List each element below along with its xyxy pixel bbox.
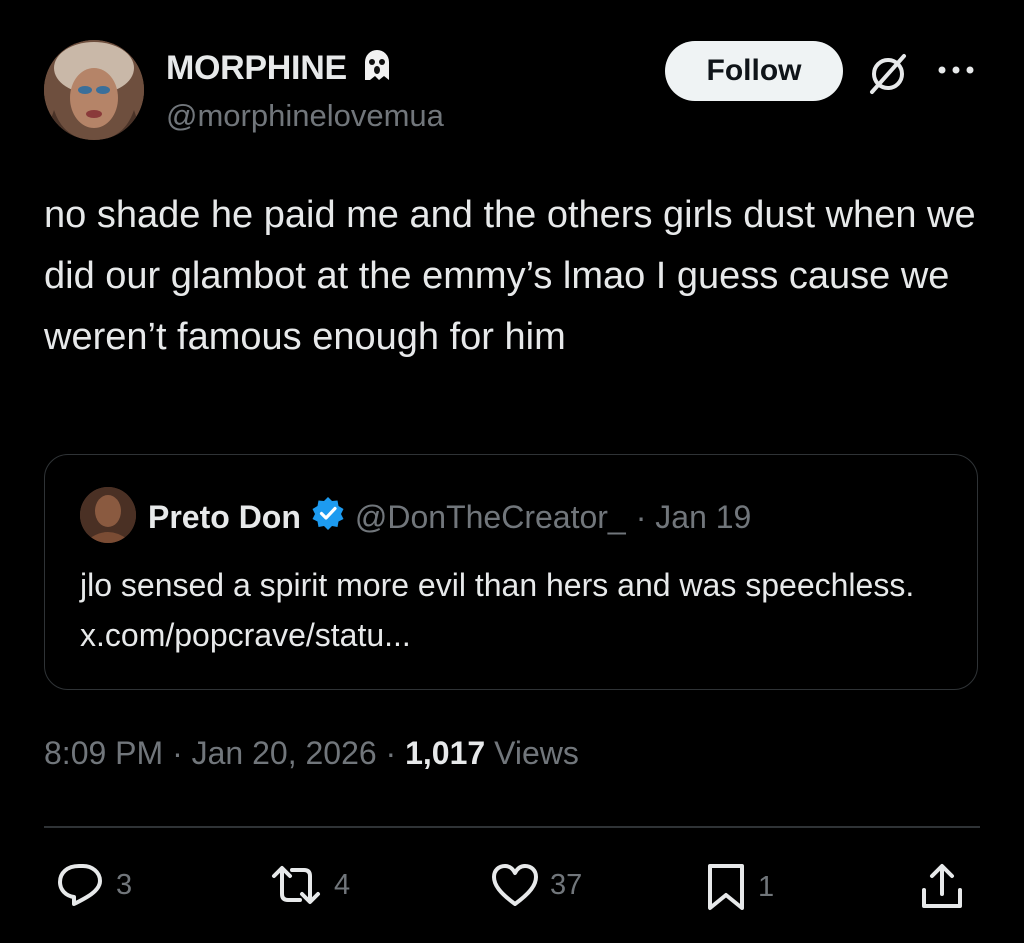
ghost-icon (357, 44, 397, 93)
author-avatar[interactable] (44, 40, 144, 140)
more-icon[interactable] (934, 60, 978, 80)
repost-icon (268, 862, 324, 908)
divider (44, 826, 980, 828)
like-button[interactable]: 37 (490, 862, 582, 908)
quoted-header: Preto Don @DonTheCreator_ · Jan 19 (148, 496, 751, 538)
tweet-text: no shade he paid me and the others girls… (44, 194, 976, 358)
bookmark-icon (704, 862, 748, 912)
share-button[interactable] (918, 862, 966, 912)
share-icon (918, 862, 966, 912)
reply-button[interactable]: 3 (56, 862, 132, 908)
verified-badge-icon (311, 496, 345, 538)
views-label: Views (494, 735, 579, 771)
tweet-date[interactable]: Jan 20, 2026 (192, 735, 377, 771)
tweet-meta: 8:09 PM · Jan 20, 2026 · 1,017 Views (44, 735, 579, 772)
reply-icon (56, 862, 106, 908)
tweet-time[interactable]: 8:09 PM (44, 735, 163, 771)
bookmark-count: 1 (758, 870, 775, 903)
heart-icon (490, 862, 540, 908)
quoted-author-name[interactable]: Preto Don (148, 499, 301, 536)
author-name[interactable]: MORPHINE (166, 49, 347, 88)
grok-icon[interactable] (866, 52, 910, 96)
bookmark-button[interactable]: 1 (704, 862, 774, 912)
quoted-text: jlo sensed a spirit more evil than hers … (80, 567, 915, 653)
reply-count: 3 (116, 868, 133, 901)
meta-separator: · (172, 735, 183, 771)
repost-count: 4 (334, 868, 351, 901)
meta-separator: · (385, 735, 397, 771)
quoted-date: · Jan 19 (635, 498, 752, 535)
author-handle[interactable]: @morphinelovemua (166, 98, 444, 134)
quoted-author-handle[interactable]: @DonTheCreator_ (355, 499, 626, 536)
repost-button[interactable]: 4 (268, 862, 350, 908)
follow-button[interactable]: Follow (665, 41, 843, 101)
author-name-row: MORPHINE (166, 44, 397, 93)
views-count: 1,017 (405, 735, 486, 771)
quoted-author-avatar[interactable] (80, 487, 136, 543)
like-count: 37 (550, 868, 583, 901)
